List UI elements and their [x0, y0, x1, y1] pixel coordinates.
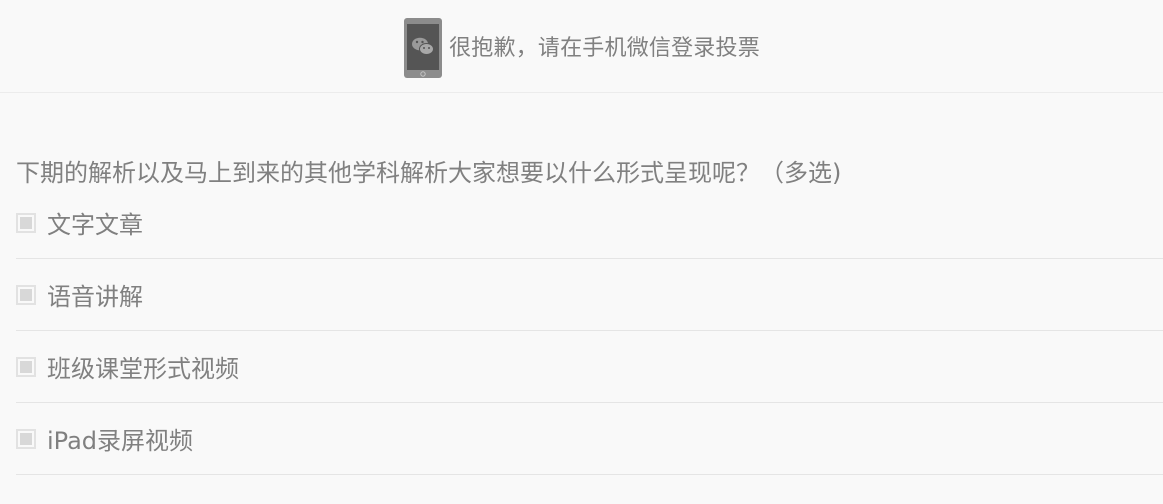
checkbox[interactable] [16, 212, 36, 233]
option-classroom-video[interactable]: 班级课堂形式视频 [16, 331, 1163, 403]
option-voice-explanation[interactable]: 语音讲解 [16, 259, 1163, 331]
question-title: 下期的解析以及马上到来的其他学科解析大家想要以什么形式呈现呢？（多选) [16, 159, 842, 187]
option-list: 文字文章 语音讲解 班级课堂形式视频 iPad录屏视频 [16, 191, 1163, 475]
checkbox[interactable] [16, 356, 36, 377]
checkbox[interactable] [16, 428, 36, 449]
login-notice-bar: 很抱歉，请在手机微信登录投票 [0, 0, 1163, 93]
option-ipad-recording[interactable]: iPad录屏视频 [16, 403, 1163, 475]
wechat-phone-icon [403, 17, 443, 79]
option-label: iPad录屏视频 [47, 427, 194, 455]
checkbox[interactable] [16, 284, 36, 305]
option-label: 文字文章 [47, 211, 143, 239]
login-notice-text: 很抱歉，请在手机微信登录投票 [449, 36, 760, 61]
option-text-article[interactable]: 文字文章 [16, 191, 1163, 259]
vote-question: 下期的解析以及马上到来的其他学科解析大家想要以什么形式呈现呢？（多选) 文字文章… [0, 93, 1163, 475]
option-label: 班级课堂形式视频 [47, 355, 239, 383]
option-label: 语音讲解 [47, 283, 143, 311]
